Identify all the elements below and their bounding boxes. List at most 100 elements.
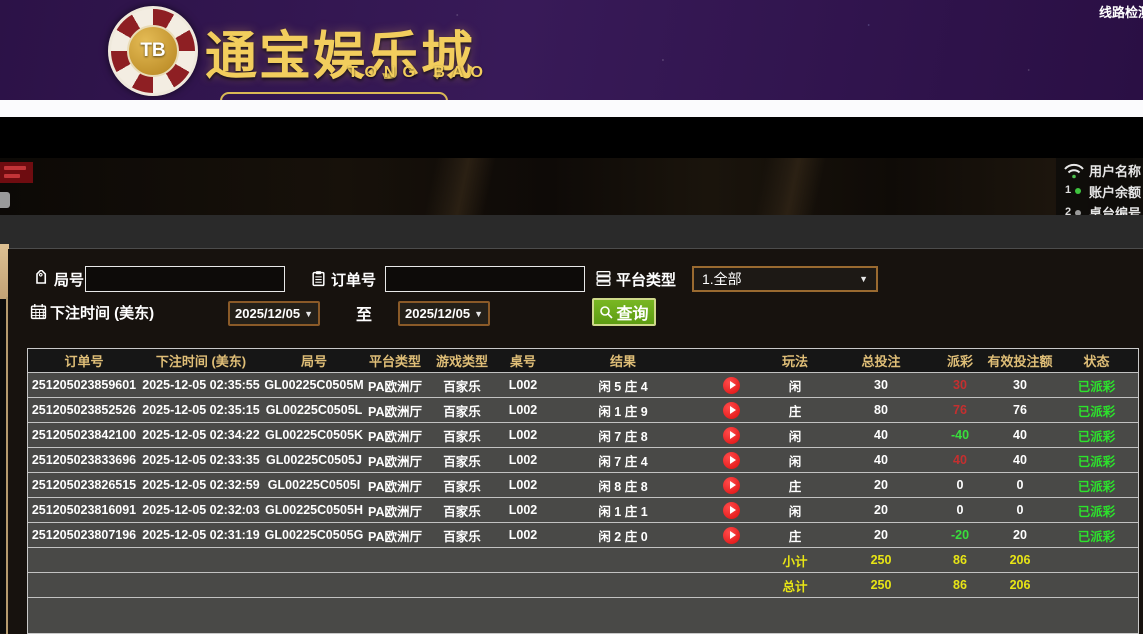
- black-strip: [0, 117, 1143, 158]
- round-filter-label: 局号: [54, 269, 84, 290]
- cell-valid-bet: 76: [985, 403, 1055, 417]
- search-icon: [599, 305, 614, 320]
- results-table-body: 251205023859601 2025-12-05 02:35:55 GL00…: [28, 373, 1138, 548]
- cell-game-type: 百家乐: [424, 476, 500, 495]
- col-header-platform: 平台类型: [366, 351, 424, 370]
- order-input[interactable]: [385, 266, 585, 292]
- col-header-result: 结果: [546, 351, 700, 370]
- cell-order-number: 251205023852526: [28, 403, 140, 417]
- cell-payout: 40: [935, 453, 985, 467]
- cell-valid-bet: 0: [985, 478, 1055, 492]
- replay-play-button[interactable]: [723, 377, 740, 394]
- tag-icon: [33, 270, 50, 287]
- play-icon: [730, 381, 736, 389]
- search-button[interactable]: 查询: [592, 298, 656, 326]
- col-header-valid: 有效投注额: [985, 351, 1055, 370]
- cell-platform: PA欧洲厅: [366, 451, 424, 470]
- cell-table-number: L002: [500, 528, 546, 542]
- platform-select-value: 1.全部: [702, 269, 742, 289]
- search-button-label: 查询: [616, 300, 648, 324]
- cell-valid-bet: 40: [985, 453, 1055, 467]
- cell-round-id: GL00225C0505G: [262, 528, 366, 542]
- cell-result: 闲 1 庄 1: [546, 501, 700, 520]
- seat-1: 1: [1065, 184, 1071, 196]
- records-section: 局号 订单号 平台类型 1.全部 ▼: [0, 248, 1143, 633]
- chevron-down-icon: ▼: [304, 309, 313, 319]
- cell-platform: PA欧洲厅: [366, 526, 424, 545]
- date-from-picker[interactable]: 2025/12/05 ▼: [228, 301, 320, 326]
- cell-bet-time: 2025-12-05 02:32:59: [140, 478, 262, 492]
- replay-play-button[interactable]: [723, 527, 740, 544]
- cell-replay: [700, 427, 763, 444]
- cell-replay: [700, 477, 763, 494]
- replay-play-button[interactable]: [723, 452, 740, 469]
- order-filter-label: 订单号: [331, 269, 376, 290]
- table-row: 251205023859601 2025-12-05 02:35:55 GL00…: [28, 373, 1138, 398]
- cell-platform: PA欧洲厅: [366, 476, 424, 495]
- round-input[interactable]: [85, 266, 285, 292]
- cell-result: 闲 5 庄 4: [546, 376, 700, 395]
- replay-play-button[interactable]: [723, 502, 740, 519]
- seat-2: 2: [1065, 206, 1071, 215]
- play-icon: [730, 481, 736, 489]
- table-row: 251205023826515 2025-12-05 02:32:59 GL00…: [28, 473, 1138, 498]
- platform-select[interactable]: 1.全部 ▼: [692, 266, 878, 292]
- cell-result: 闲 1 庄 9: [546, 401, 700, 420]
- cell-total-bet: 40: [827, 428, 935, 442]
- cell-payout: 0: [935, 503, 985, 517]
- col-header-bet: 总投注: [827, 351, 935, 370]
- balance-label: 账户余额: [1089, 182, 1141, 201]
- cell-status: 已派彩: [1055, 401, 1138, 420]
- cell-payout: -20: [935, 528, 985, 542]
- total-bet: 250: [827, 578, 935, 592]
- cell-order-number: 251205023807196: [28, 528, 140, 542]
- cell-bet-time: 2025-12-05 02:34:22: [140, 428, 262, 442]
- date-from-value: 2025/12/05: [235, 306, 300, 321]
- cell-payout: -40: [935, 428, 985, 442]
- replay-play-button[interactable]: [723, 402, 740, 419]
- total-label: 总计: [763, 576, 827, 595]
- cell-status: 已派彩: [1055, 476, 1138, 495]
- col-header-game: 游戏类型: [424, 351, 500, 370]
- cell-valid-bet: 30: [985, 378, 1055, 392]
- dimmed-lobby-band: 用户名称 账户余额 桌台编号 1 2: [0, 158, 1143, 215]
- replay-play-button[interactable]: [723, 427, 740, 444]
- cell-total-bet: 30: [827, 378, 935, 392]
- platform-filter-label: 平台类型: [616, 269, 676, 290]
- date-to-picker[interactable]: 2025/12/05 ▼: [398, 301, 490, 326]
- cell-table-number: L002: [500, 478, 546, 492]
- cell-round-id: GL00225C0505I: [262, 478, 366, 492]
- brand-subtitle: TONG BAO: [348, 64, 490, 82]
- cell-payout: 30: [935, 378, 985, 392]
- cell-status: 已派彩: [1055, 501, 1138, 520]
- chip-monogram: TB: [140, 40, 165, 62]
- cell-bet-time: 2025-12-05 02:32:03: [140, 503, 262, 517]
- cell-valid-bet: 40: [985, 428, 1055, 442]
- cell-bet-side: 庄: [763, 526, 827, 545]
- col-header-time: 下注时间 (美东): [140, 351, 262, 370]
- cell-replay: [700, 377, 763, 394]
- cell-table-number: L002: [500, 503, 546, 517]
- game-info-widget: 用户名称 账户余额 桌台编号 1 2: [1056, 158, 1143, 215]
- table-header-row: 订单号 下注时间 (美东) 局号 平台类型 游戏类型 桌号 结果 玩法 总投注 …: [28, 349, 1138, 373]
- cell-round-id: GL00225C0505H: [262, 503, 366, 517]
- bet-records-panel: 局号 订单号 平台类型 1.全部 ▼: [8, 249, 1143, 634]
- line-check-link[interactable]: 线路检测: [1099, 2, 1143, 21]
- cell-total-bet: 20: [827, 478, 935, 492]
- cell-bet-side: 闲: [763, 501, 827, 520]
- side-menu-red-fragment: [0, 162, 33, 183]
- platform-list-icon: [595, 270, 612, 287]
- total-payout: 86: [935, 578, 985, 592]
- cell-bet-side: 闲: [763, 426, 827, 445]
- cell-platform: PA欧洲厅: [366, 376, 424, 395]
- subtotal-valid: 206: [985, 553, 1055, 567]
- cell-bet-time: 2025-12-05 02:35:15: [140, 403, 262, 417]
- brand-header: TB 通宝娱乐城 TONG BAO 线路检测: [0, 0, 1143, 100]
- col-header-payout: 派彩: [935, 351, 985, 370]
- cell-game-type: 百家乐: [424, 526, 500, 545]
- replay-play-button[interactable]: [723, 477, 740, 494]
- play-icon: [730, 431, 736, 439]
- subtotal-label: 小计: [763, 551, 827, 570]
- cell-game-type: 百家乐: [424, 451, 500, 470]
- pillar-decoration: [424, 158, 496, 215]
